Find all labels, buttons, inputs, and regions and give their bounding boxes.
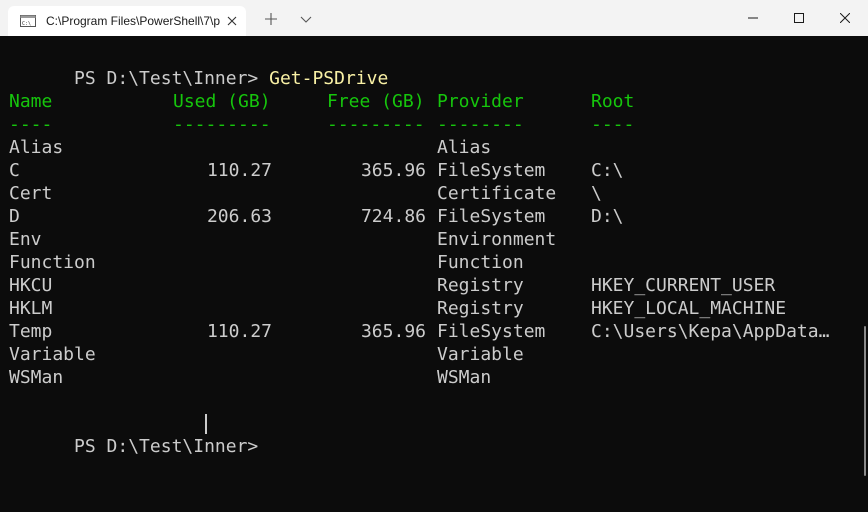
underline-root: ---- — [591, 114, 635, 135]
underline-name: ---- — [9, 114, 53, 135]
cell-provider: FileSystem — [437, 321, 546, 342]
chevron-down-icon[interactable] — [297, 10, 315, 28]
underline-used: --------- — [173, 114, 271, 135]
header-provider: Provider — [437, 91, 524, 112]
table-header: Name Used (GB) Free (GB) Provider Root — [9, 90, 859, 113]
cell-name: C — [9, 160, 20, 181]
terminal-window: C:\ C:\Program Files\PowerShell\7\pwsh.e… — [0, 0, 868, 512]
cell-provider: Environment — [437, 229, 557, 250]
table-row: Alias Alias — [9, 136, 859, 159]
cell-name: Temp — [9, 321, 53, 342]
cell-name: Cert — [9, 183, 53, 204]
terminal-output[interactable]: PS D:\Test\Inner> Get-PSDrive Name Used … — [0, 36, 868, 512]
cell-root: C:\Users\Kepa\AppData… — [591, 321, 830, 342]
cell-provider: Alias — [437, 137, 492, 158]
terminal-icon: C:\ — [20, 14, 36, 27]
cell-provider: WSMan — [437, 367, 492, 388]
cell-used: 206.63 — [206, 206, 272, 227]
close-icon — [840, 13, 850, 23]
cell-provider: Variable — [437, 344, 524, 365]
cell-provider: Certificate — [437, 183, 557, 204]
prompt: PS D:\Test\Inner> — [74, 436, 270, 457]
table-row: HKCU Registry HKEY_CURRENT_USER — [9, 274, 859, 297]
header-free: Free (GB) — [327, 91, 425, 112]
cell-provider: Registry — [437, 275, 524, 296]
tab-title: C:\Program Files\PowerShell\7\pwsh.exe — [46, 14, 220, 28]
prompt: PS D:\Test\Inner> — [74, 68, 270, 89]
cell-name: Alias — [9, 137, 64, 158]
cell-used: 110.27 — [206, 160, 272, 181]
table-row: Temp 110.27 365.96 FileSystem C:\Users\K… — [9, 320, 859, 343]
cell-provider: Registry — [437, 298, 524, 319]
cell-provider: FileSystem — [437, 160, 546, 181]
cell-name: Env — [9, 229, 42, 250]
close-icon[interactable] — [224, 13, 240, 29]
underline-free: --------- — [327, 114, 425, 135]
text-cursor — [205, 414, 207, 434]
table-row: Env Environment — [9, 228, 859, 251]
cell-free: 365.96 — [360, 321, 426, 342]
table-row: Variable Variable — [9, 343, 859, 366]
table-header-underline: ---- --------- --------- -------- ---- — [9, 113, 859, 136]
table-row: D 206.63 724.86 FileSystem D:\ — [9, 205, 859, 228]
header-used: Used (GB) — [173, 91, 271, 112]
maximize-icon — [794, 13, 804, 23]
svg-text:C:\: C:\ — [22, 21, 31, 27]
cell-free: 365.96 — [360, 160, 426, 181]
underline-provider: -------- — [437, 114, 524, 135]
cell-name: HKCU — [9, 275, 53, 296]
cell-name: Variable — [9, 344, 96, 365]
table-row: C 110.27 365.96 FileSystem C:\ — [9, 159, 859, 182]
cell-name: D — [9, 206, 20, 227]
prompt-line[interactable]: PS D:\Test\Inner> — [9, 412, 269, 457]
table-row: Cert Certificate \ — [9, 182, 859, 205]
maximize-button[interactable] — [776, 0, 822, 36]
cell-used: 110.27 — [206, 321, 272, 342]
cell-name: Function — [9, 252, 96, 273]
cell-root: HKEY_CURRENT_USER — [591, 275, 776, 296]
command-line: PS D:\Test\Inner> Get-PSDrive — [9, 44, 388, 89]
table-row: WSMan WSMan — [9, 366, 859, 389]
cell-provider: FileSystem — [437, 206, 546, 227]
scrollbar[interactable] — [864, 326, 866, 476]
minimize-icon — [748, 17, 758, 19]
header-root: Root — [591, 91, 635, 112]
command: Get-PSDrive — [269, 68, 389, 89]
cell-name: WSMan — [9, 367, 64, 388]
cell-free: 724.86 — [360, 206, 426, 227]
header-name: Name — [9, 91, 53, 112]
plus-icon[interactable] — [262, 10, 280, 28]
tab-powershell[interactable]: C:\ C:\Program Files\PowerShell\7\pwsh.e… — [8, 6, 246, 36]
window-close-button[interactable] — [822, 0, 868, 36]
cell-root: HKEY_LOCAL_MACHINE — [591, 298, 787, 319]
cell-root: D:\ — [591, 206, 624, 227]
title-bar: C:\ C:\Program Files\PowerShell\7\pwsh.e… — [0, 0, 868, 36]
cell-root: C:\ — [591, 160, 624, 181]
cell-root: \ — [591, 183, 602, 204]
table-row: HKLM Registry HKEY_LOCAL_MACHINE — [9, 297, 859, 320]
minimize-button[interactable] — [730, 0, 776, 36]
table-row: Function Function — [9, 251, 859, 274]
cell-name: HKLM — [9, 298, 53, 319]
cell-provider: Function — [437, 252, 524, 273]
